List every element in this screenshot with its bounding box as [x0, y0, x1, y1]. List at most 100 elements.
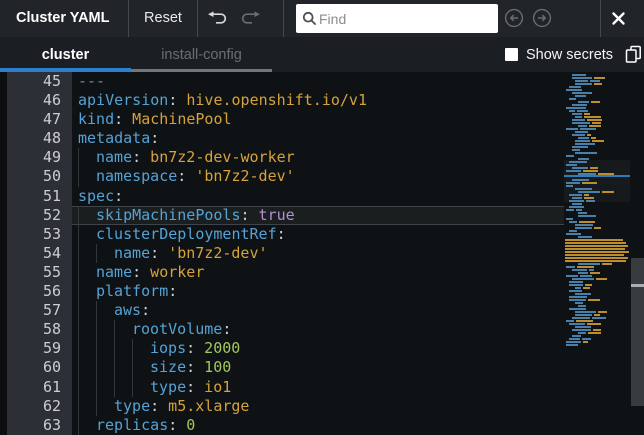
overview-ruler-cursor-marker — [631, 284, 644, 287]
code-line[interactable]: 55 name: worker — [7, 263, 564, 282]
code-line[interactable]: 56platform: — [7, 282, 564, 301]
code-text[interactable]: size: 100 — [72, 358, 564, 377]
minimap-line — [594, 77, 605, 79]
line-number[interactable]: 62 — [7, 397, 72, 416]
minimap-line — [578, 191, 600, 193]
code-line[interactable]: 52skipMachinePools: true — [7, 206, 564, 225]
find-next-button[interactable] — [531, 7, 553, 29]
reset-button[interactable]: Reset — [129, 0, 197, 37]
line-number[interactable]: 63 — [7, 416, 72, 435]
yaml-token: type — [150, 378, 186, 396]
yaml-token: 2000 — [195, 339, 240, 357]
code-text[interactable]: name: worker — [72, 263, 564, 282]
yaml-token: : — [168, 282, 177, 300]
line-number[interactable]: 46 — [7, 91, 72, 110]
line-number[interactable]: 60 — [7, 358, 72, 377]
code-text[interactable]: skipMachinePools: true — [72, 206, 564, 225]
code-line[interactable]: 60size: 100 — [7, 358, 564, 377]
code-text[interactable]: aws: — [72, 301, 564, 320]
code-text[interactable]: spec: — [72, 187, 564, 206]
code-line[interactable]: 61type: io1 — [7, 378, 564, 397]
code-line[interactable]: 54name: 'bn7z2-dev' — [7, 244, 564, 263]
line-number[interactable]: 59 — [7, 339, 72, 358]
line-number[interactable]: 61 — [7, 378, 72, 397]
find-previous-button[interactable] — [503, 7, 525, 29]
yaml-token: : — [222, 320, 231, 338]
line-number[interactable]: 57 — [7, 301, 72, 320]
minimap-line — [572, 92, 592, 94]
close-button[interactable] — [610, 10, 627, 27]
find-input[interactable] — [317, 10, 492, 28]
code-line[interactable]: 45--- — [7, 72, 564, 91]
yaml-line-text: type: m5.xlarge — [78, 397, 249, 415]
code-line[interactable]: 58rootVolume: — [7, 320, 564, 339]
tab-bar: cluster install-config Show secrets — [0, 37, 644, 72]
code-text[interactable]: iops: 2000 — [72, 339, 564, 358]
code-line[interactable]: 53clusterDeploymentRef: — [7, 225, 564, 244]
minimap-line — [569, 86, 581, 88]
minimap-line — [572, 104, 587, 106]
code-line[interactable]: 49name: bn7z2-dev-worker — [7, 148, 564, 167]
code-line[interactable]: 62 type: m5.xlarge — [7, 397, 564, 416]
line-number[interactable]: 54 — [7, 244, 72, 263]
yaml-line-text: name: worker — [78, 263, 204, 281]
line-number[interactable]: 50 — [7, 167, 72, 186]
vertical-scrollbar[interactable] — [630, 72, 644, 435]
code-line[interactable]: 63replicas: 0 — [7, 416, 564, 435]
code-line[interactable]: 50namespace: 'bn7z2-dev' — [7, 167, 564, 186]
yaml-line-text: iops: 2000 — [78, 339, 240, 357]
code-line[interactable]: 51spec: — [7, 187, 564, 206]
minimap-line — [565, 254, 624, 256]
tab-cluster[interactable]: cluster — [0, 37, 131, 72]
undo-button[interactable] — [206, 11, 230, 26]
line-number[interactable]: 49 — [7, 148, 72, 167]
code-text[interactable]: replicas: 0 — [72, 416, 564, 435]
divider — [600, 0, 601, 37]
line-number[interactable]: 58 — [7, 320, 72, 339]
code-text[interactable]: namespace: 'bn7z2-dev' — [72, 167, 564, 186]
code-line[interactable]: 57aws: — [7, 301, 564, 320]
code-text[interactable]: name: bn7z2-dev-worker — [72, 148, 564, 167]
code-text[interactable]: rootVolume: — [72, 320, 564, 339]
show-secrets-checkbox[interactable] — [505, 48, 518, 61]
yaml-editor[interactable]: 45---46apiVersion: hive.openshift.io/v14… — [0, 72, 644, 435]
copy-button[interactable] — [625, 45, 642, 64]
code-text[interactable]: name: 'bn7z2-dev' — [72, 244, 564, 263]
code-line[interactable]: 59 iops: 2000 — [7, 339, 564, 358]
code-text[interactable]: --- — [72, 72, 564, 91]
minimap-line — [566, 89, 582, 91]
line-number[interactable]: 45 — [7, 72, 72, 91]
code-text[interactable]: type: m5.xlarge — [72, 397, 564, 416]
minimap-line — [569, 206, 584, 208]
minimap-line — [565, 251, 629, 253]
indent-guide — [78, 282, 79, 301]
minimap-line — [583, 341, 588, 343]
line-number[interactable]: 52 — [7, 206, 72, 225]
code-text[interactable]: kind: MachinePool — [72, 110, 564, 129]
minimap-line — [569, 230, 577, 232]
redo-button[interactable] — [238, 11, 262, 26]
indent-guide — [132, 358, 133, 377]
code-line[interactable]: 46apiVersion: hive.openshift.io/v1 — [7, 91, 564, 110]
minimap-line — [566, 107, 586, 109]
minimap-line — [575, 152, 597, 154]
minimap-line — [602, 263, 612, 265]
code-text[interactable]: type: io1 — [72, 378, 564, 397]
code-text[interactable]: clusterDeploymentRef: — [72, 225, 564, 244]
line-number[interactable]: 47 — [7, 110, 72, 129]
line-number[interactable]: 48 — [7, 129, 72, 148]
divider — [197, 0, 198, 37]
code-text[interactable]: metadata: — [72, 129, 564, 148]
code-text[interactable]: apiVersion: hive.openshift.io/v1 — [72, 91, 564, 110]
tab-install-config[interactable]: install-config — [131, 37, 272, 72]
minimap[interactable] — [564, 72, 630, 435]
minimap-line — [590, 80, 600, 82]
line-number[interactable]: 53 — [7, 225, 72, 244]
line-number[interactable]: 51 — [7, 187, 72, 206]
line-number[interactable]: 55 — [7, 263, 72, 282]
code-line[interactable]: 48metadata: — [7, 129, 564, 148]
code-text[interactable]: platform: — [72, 282, 564, 301]
scrollbar-slider[interactable] — [631, 258, 644, 406]
line-number[interactable]: 56 — [7, 282, 72, 301]
code-line[interactable]: 47kind: MachinePool — [7, 110, 564, 129]
